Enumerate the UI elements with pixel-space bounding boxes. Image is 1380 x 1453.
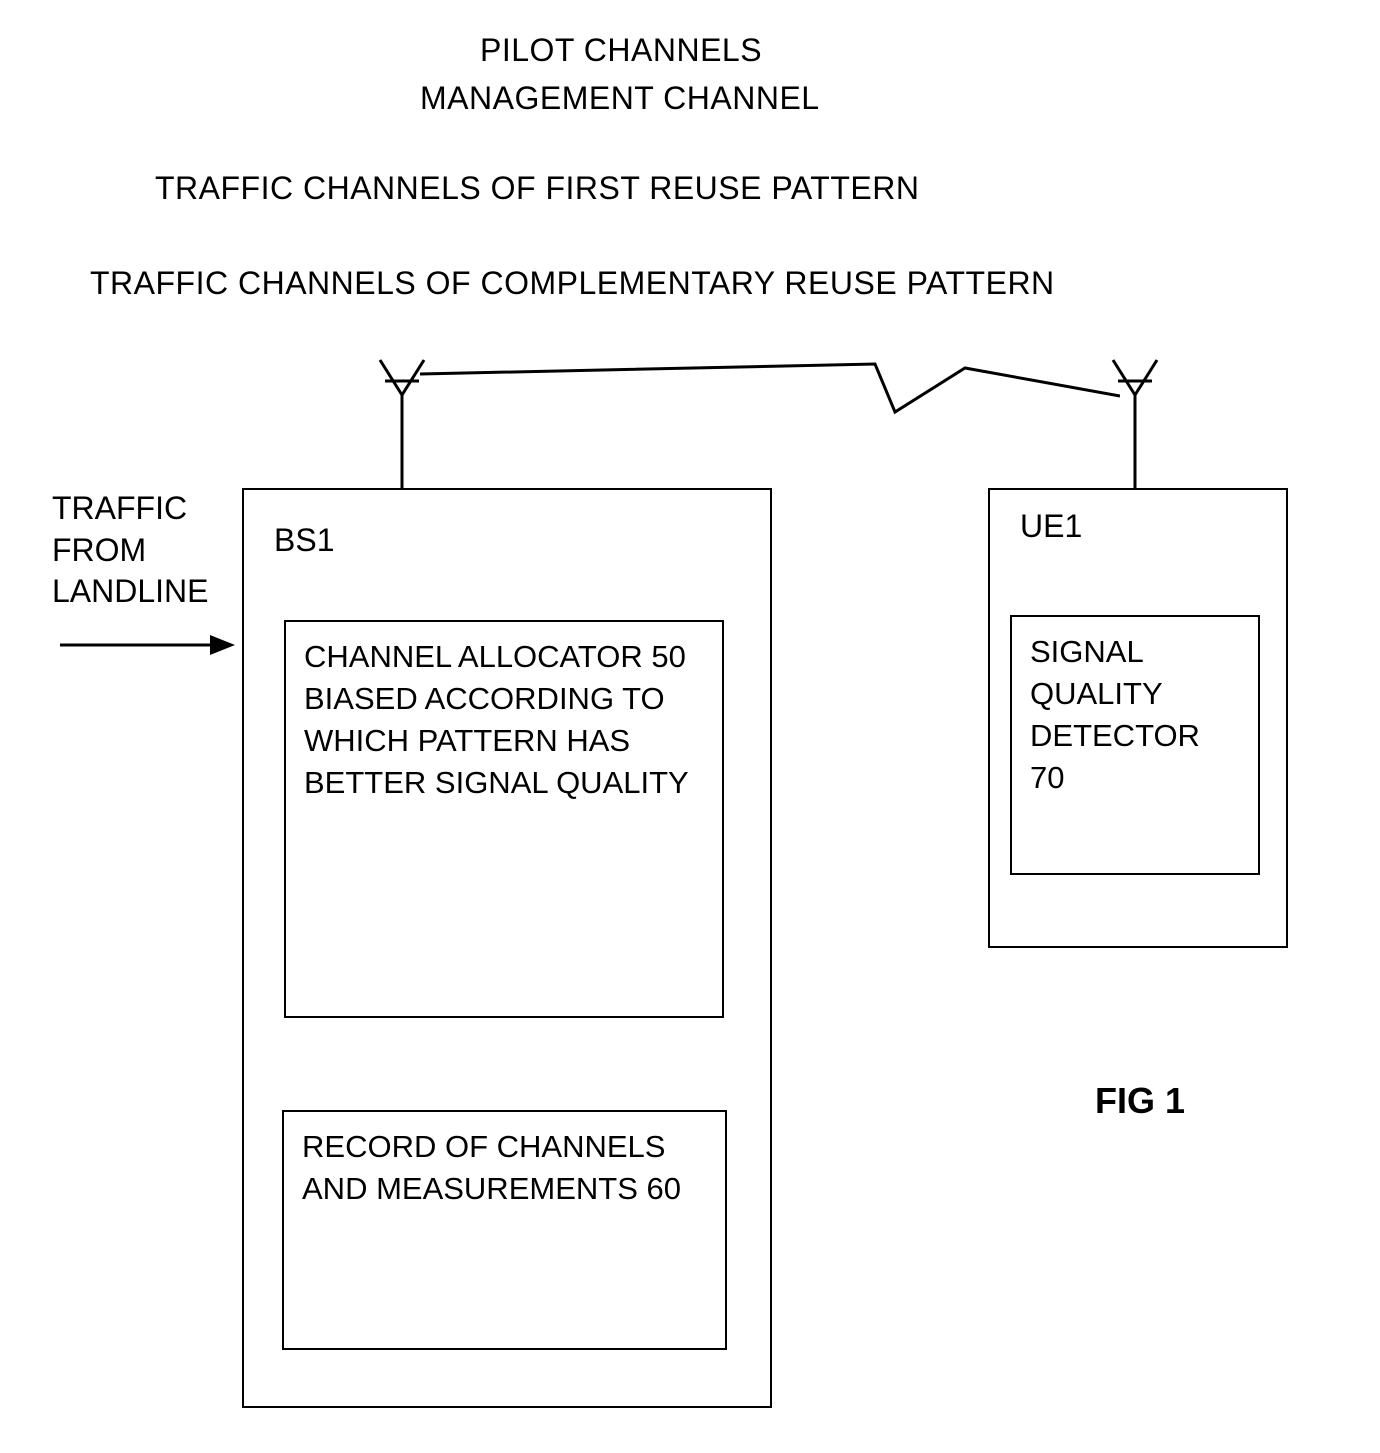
wireless-link-icon	[420, 360, 1120, 430]
traffic-label-line1: TRAFFIC	[52, 488, 209, 530]
traffic-first-reuse-label: TRAFFIC CHANNELS OF FIRST REUSE PATTERN	[155, 170, 919, 207]
traffic-complementary-reuse-label: TRAFFIC CHANNELS OF COMPLEMENTARY REUSE …	[90, 265, 1055, 302]
bs1-box: BS1 CHANNEL ALLOCATOR 50 BIASED ACCORDIN…	[242, 488, 772, 1408]
management-channel-label: MANAGEMENT CHANNEL	[420, 80, 820, 117]
record-box: RECORD OF CHANNELS AND MEASUREMENTS 60	[282, 1110, 727, 1350]
record-text: RECORD OF CHANNELS AND MEASUREMENTS 60	[302, 1129, 681, 1206]
traffic-label-line3: LANDLINE	[52, 571, 209, 613]
signal-quality-detector-box: SIGNAL QUALITY DETECTOR 70	[1010, 615, 1260, 875]
ue1-box: UE1 SIGNAL QUALITY DETECTOR 70	[988, 488, 1288, 948]
traffic-from-landline-label: TRAFFIC FROM LANDLINE	[52, 488, 209, 613]
figure-label: FIG 1	[1095, 1080, 1185, 1122]
traffic-label-line2: FROM	[52, 530, 209, 572]
channel-allocator-text: CHANNEL ALLOCATOR 50 BIASED ACCORDING TO…	[304, 639, 689, 800]
bs1-label: BS1	[274, 522, 334, 559]
channel-allocator-box: CHANNEL ALLOCATOR 50 BIASED ACCORDING TO…	[284, 620, 724, 1018]
traffic-arrow-icon	[60, 630, 235, 660]
pilot-channels-label: PILOT CHANNELS	[480, 32, 762, 69]
ue1-label: UE1	[1020, 508, 1082, 545]
signal-quality-detector-text: SIGNAL QUALITY DETECTOR 70	[1030, 634, 1200, 795]
